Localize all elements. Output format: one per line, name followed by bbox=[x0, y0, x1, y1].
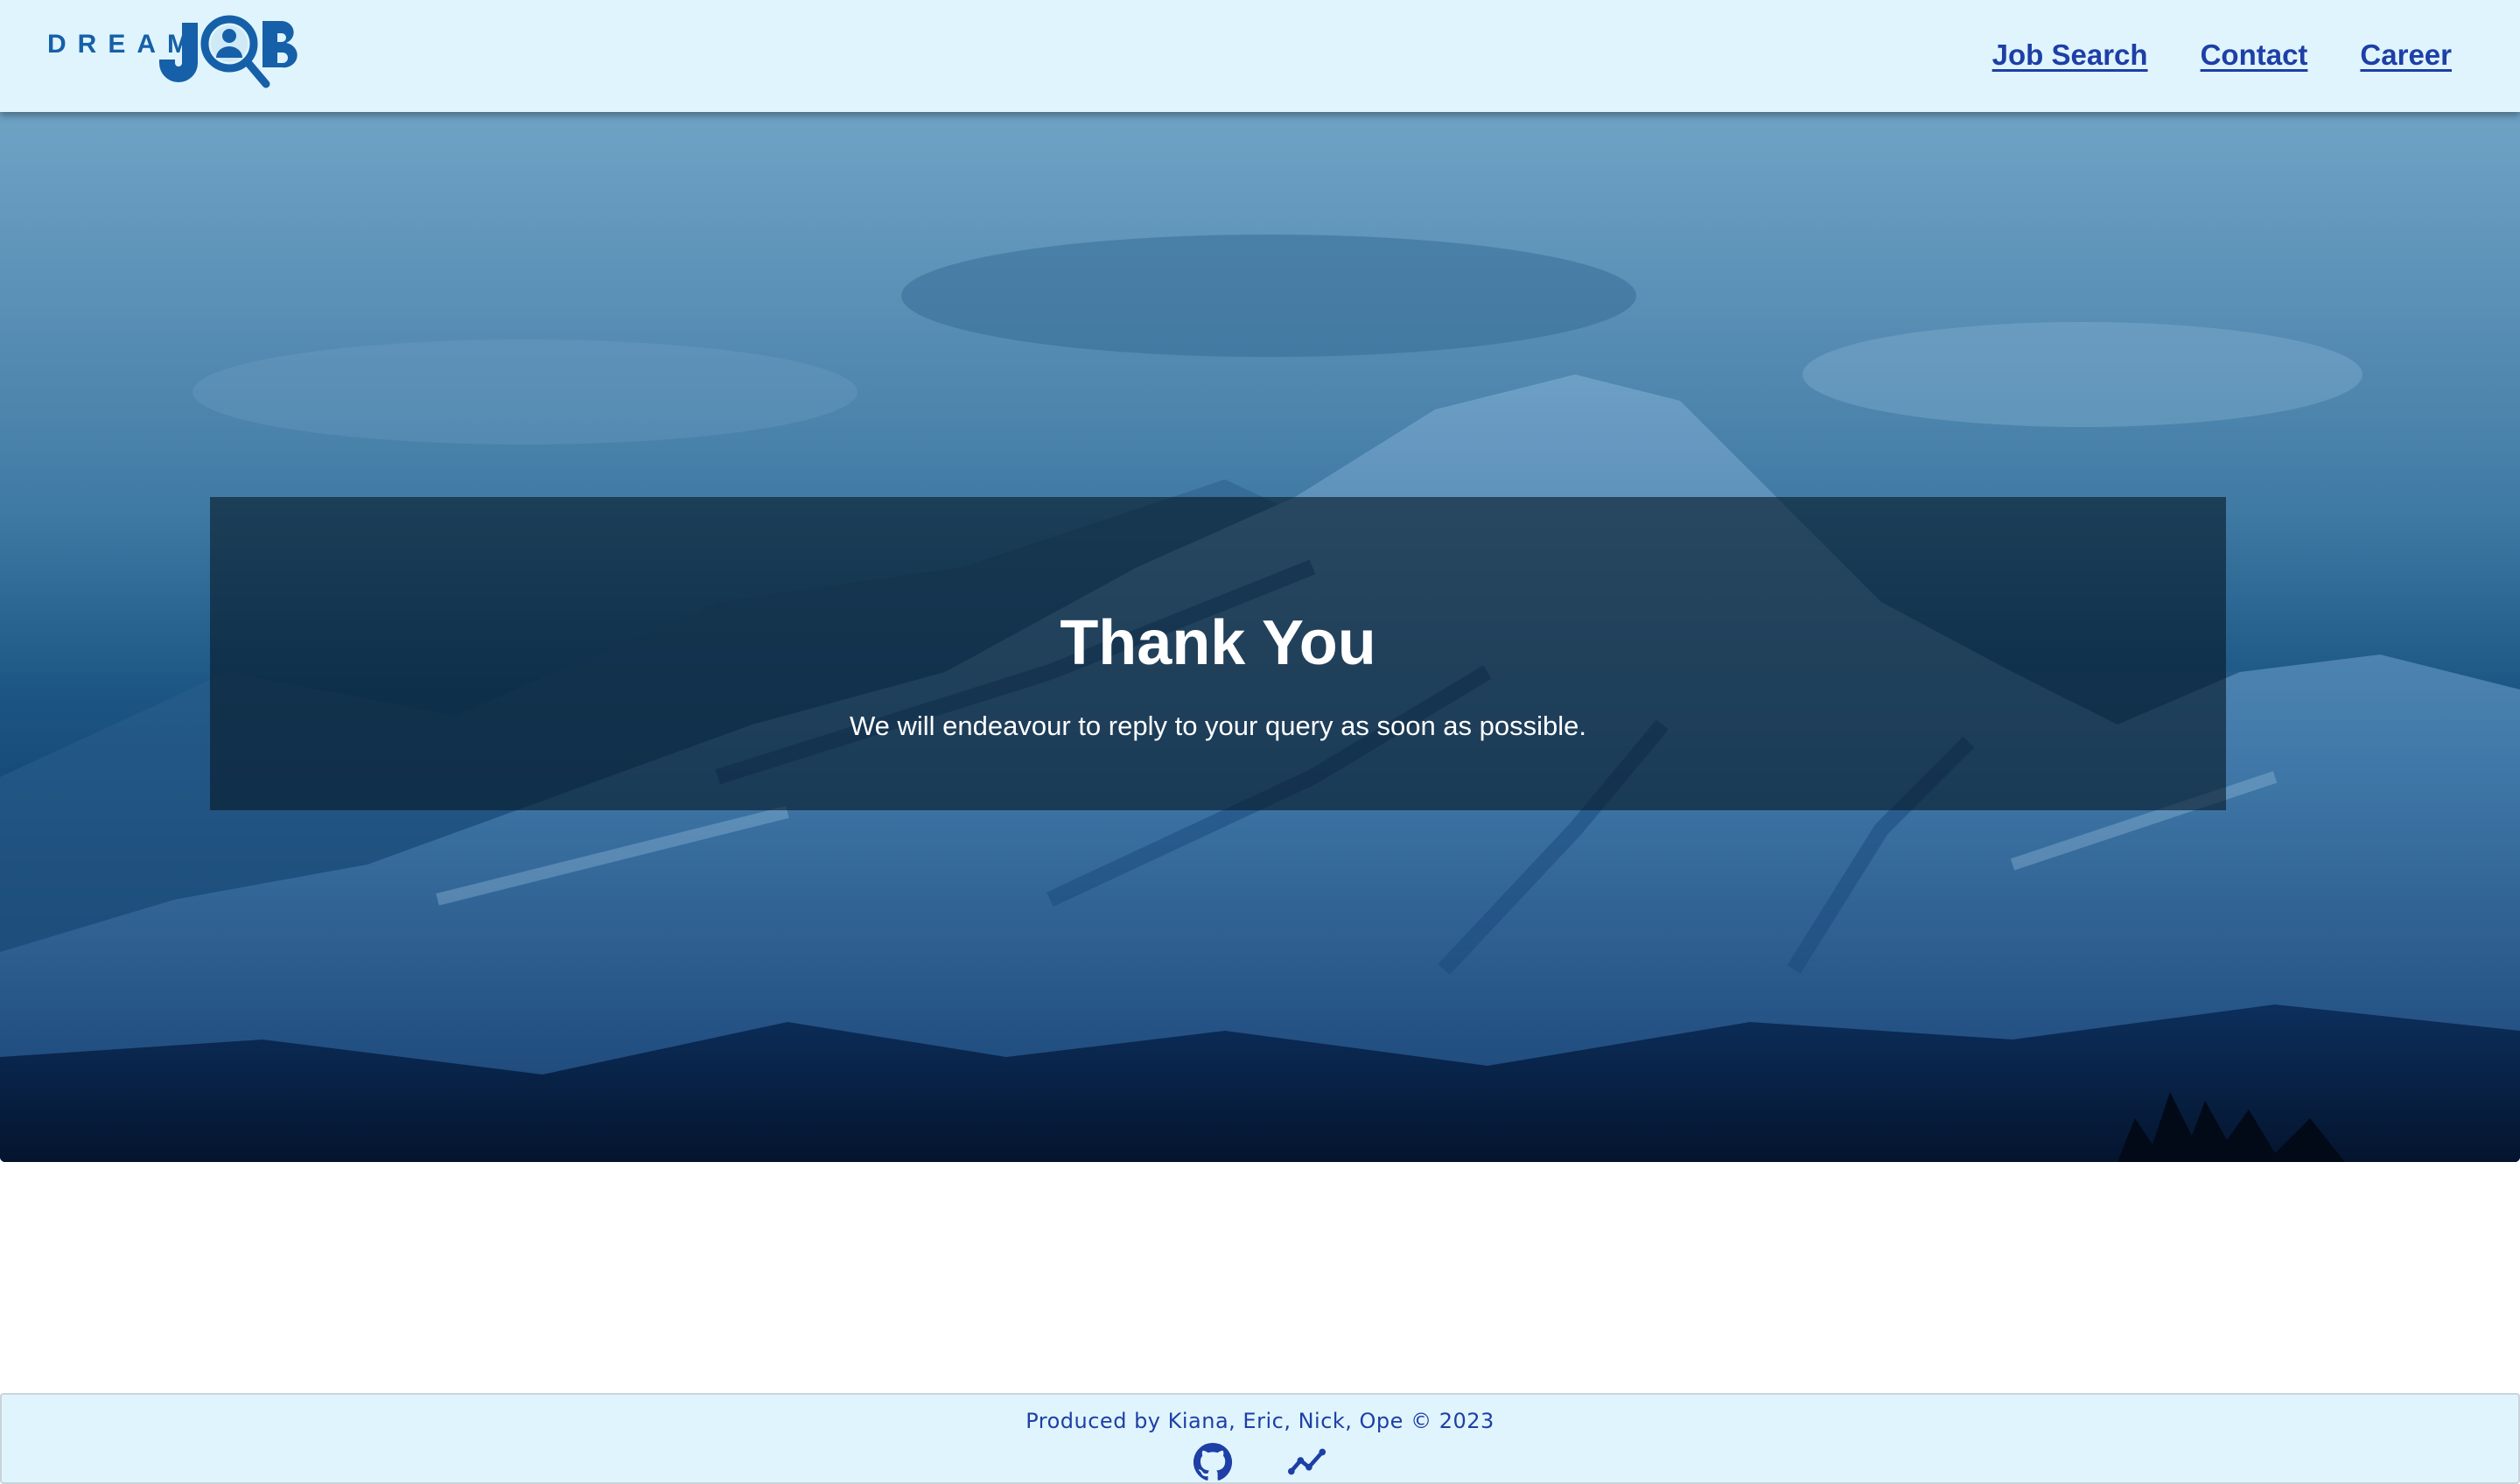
analytics-icon[interactable] bbox=[1287, 1442, 1327, 1482]
site-header: DREAM Job Search Contact Career bbox=[0, 0, 2520, 112]
nav-link-career[interactable]: Career bbox=[2360, 38, 2452, 72]
thank-you-message: We will endeavour to reply to your query… bbox=[849, 710, 1587, 741]
main-nav: Job Search Contact Career bbox=[1992, 38, 2452, 72]
github-icon[interactable] bbox=[1193, 1442, 1233, 1482]
site-footer: Produced by Kiana, Eric, Nick, Ope © 202… bbox=[0, 1393, 2520, 1484]
footer-credit: Produced by Kiana, Eric, Nick, Ope © 202… bbox=[1026, 1409, 1494, 1433]
hero-banner: Thank You We will endeavour to reply to … bbox=[0, 112, 2520, 1162]
dreamjob-logo[interactable]: DREAM bbox=[47, 14, 301, 98]
thank-you-title: Thank You bbox=[1060, 608, 1376, 678]
thank-you-card: Thank You We will endeavour to reply to … bbox=[210, 497, 2226, 810]
footer-icon-links bbox=[1193, 1442, 1327, 1482]
logo-job-magnifier-icon bbox=[159, 15, 298, 88]
nav-link-contact[interactable]: Contact bbox=[2201, 38, 2308, 72]
nav-link-job-search[interactable]: Job Search bbox=[1992, 38, 2148, 72]
